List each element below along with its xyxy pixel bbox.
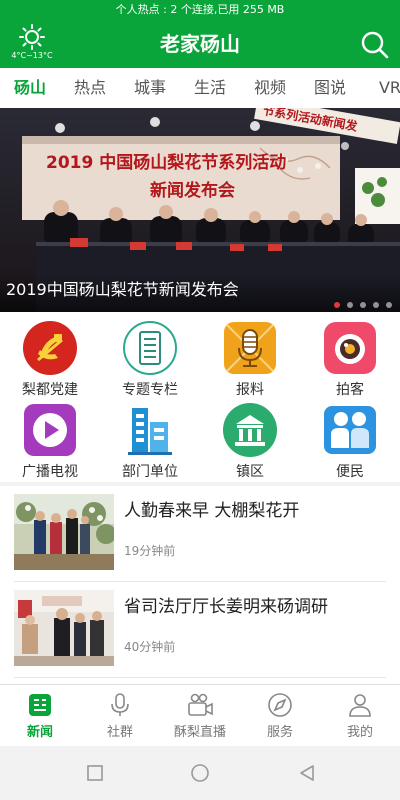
grid-item-departments[interactable]: 部门单位 <box>100 400 200 482</box>
grid-label: 便民 <box>336 464 364 480</box>
carousel-indicator <box>334 302 392 308</box>
news-icon <box>29 694 51 716</box>
news-title: 省司法厅厅长姜明来砀调研 <box>124 597 328 617</box>
grid-item-towns[interactable]: 镇区 <box>200 400 300 482</box>
news-thumbnail <box>14 494 114 570</box>
party-emblem-icon <box>23 321 77 375</box>
grid-item-broadcast[interactable]: 广播电视 <box>0 400 100 482</box>
people-icon <box>324 406 376 454</box>
video-camera-icon <box>188 693 213 716</box>
grid-label: 梨都党建 <box>22 382 78 398</box>
tab-vr[interactable]: VR <box>360 68 400 108</box>
grid-item-party[interactable]: 梨都党建 <box>0 318 100 400</box>
channel-tabs: 砀山 热点 城事 生活 视频 图说 VR <box>0 68 400 108</box>
tab-hot[interactable]: 热点 <box>60 68 120 108</box>
carousel-dot[interactable] <box>386 302 392 308</box>
tab-life[interactable]: 生活 <box>180 68 240 108</box>
banner-carousel[interactable]: 2019 中国砀山梨花节系列活动 新闻发布会 节系列活动新闻发 2019中国砀山… <box>0 108 400 312</box>
home-icon[interactable] <box>190 763 210 783</box>
weather-widget[interactable]: 4°C~13°C <box>6 24 58 61</box>
news-item[interactable]: 省司法厅厅长姜明来砀调研 40分钟前 <box>14 582 386 678</box>
search-icon[interactable] <box>360 30 390 60</box>
nav-label: 我的 <box>346 725 373 740</box>
status-bar: 个人热点 : 2 个连接,已用 255 MB <box>0 0 400 20</box>
nav-profile[interactable]: 我的 <box>320 685 400 746</box>
nav-live[interactable]: 酥梨直播 <box>160 685 240 746</box>
tab-dangshan[interactable]: 砀山 <box>0 68 60 108</box>
status-bar-text: 个人热点 : 2 个连接,已用 255 MB <box>115 3 285 16</box>
weather-temperature: 4°C~13°C <box>11 51 53 60</box>
news-thumbnail <box>14 590 114 666</box>
banner-caption-text: 2019中国砀山梨花节新闻发布会 <box>6 280 239 299</box>
news-list: 人勤春来早 大棚梨花开 19分钟前 省司法厅厅长姜明来砀调研 40分钟前 <box>0 486 400 684</box>
tab-city[interactable]: 城事 <box>120 68 180 108</box>
grid-label: 广播电视 <box>22 464 78 480</box>
checklist-icon <box>123 321 177 375</box>
grid-item-photographer[interactable]: 拍客 <box>300 318 400 400</box>
back-icon[interactable] <box>297 763 317 783</box>
grid-item-services[interactable]: 便民 <box>300 400 400 482</box>
app-header: 4°C~13°C 老家砀山 <box>0 20 400 68</box>
app-title: 老家砀山 <box>160 32 240 56</box>
grid-item-report[interactable]: 报料 <box>200 318 300 400</box>
camera-icon <box>324 322 376 374</box>
grid-item-topics[interactable]: 专题专栏 <box>100 318 200 400</box>
bottom-nav: 新闻 社群 酥梨直播 服务 我的 <box>0 684 400 746</box>
carousel-dot[interactable] <box>347 302 353 308</box>
nav-label: 服务 <box>266 725 293 740</box>
news-time: 19分钟前 <box>124 544 176 558</box>
building-icon <box>128 408 172 455</box>
nav-label: 社群 <box>106 725 133 740</box>
banner-photo-subline: 新闻发布会 <box>150 180 235 201</box>
compass-icon <box>268 693 292 717</box>
grid-label: 专题专栏 <box>122 382 178 398</box>
carousel-dot[interactable] <box>334 302 340 308</box>
news-item[interactable]: 人勤春来早 大棚梨花开 19分钟前 <box>14 486 386 582</box>
feature-grid: 梨都党建 专题专栏 报料 拍客 广播电视 部门单位 镇区 便民 <box>0 312 400 482</box>
nav-news[interactable]: 新闻 <box>0 685 80 746</box>
grid-label: 报料 <box>236 382 264 398</box>
nav-community[interactable]: 社群 <box>80 685 160 746</box>
microphone-icon <box>111 693 129 716</box>
nav-label: 酥梨直播 <box>173 725 226 740</box>
grid-label: 拍客 <box>336 382 364 398</box>
carousel-dot[interactable] <box>373 302 379 308</box>
government-building-icon <box>223 403 277 457</box>
tab-video[interactable]: 视频 <box>240 68 300 108</box>
recent-apps-icon[interactable] <box>85 763 105 783</box>
carousel-dot[interactable] <box>360 302 366 308</box>
grid-label: 部门单位 <box>122 464 178 480</box>
nav-services[interactable]: 服务 <box>240 685 320 746</box>
news-time: 40分钟前 <box>124 640 176 654</box>
news-title: 人勤春来早 大棚梨花开 <box>124 501 300 521</box>
banner-photo-headline: 2019 中国砀山梨花节系列活动 <box>46 152 286 173</box>
microphone-icon <box>224 322 276 374</box>
grid-label: 镇区 <box>236 464 264 480</box>
nav-label: 新闻 <box>26 725 53 740</box>
user-icon <box>349 694 371 717</box>
tab-photo[interactable]: 图说 <box>300 68 360 108</box>
system-nav-bar <box>0 746 400 800</box>
sun-icon <box>19 24 45 50</box>
play-icon <box>24 404 76 456</box>
